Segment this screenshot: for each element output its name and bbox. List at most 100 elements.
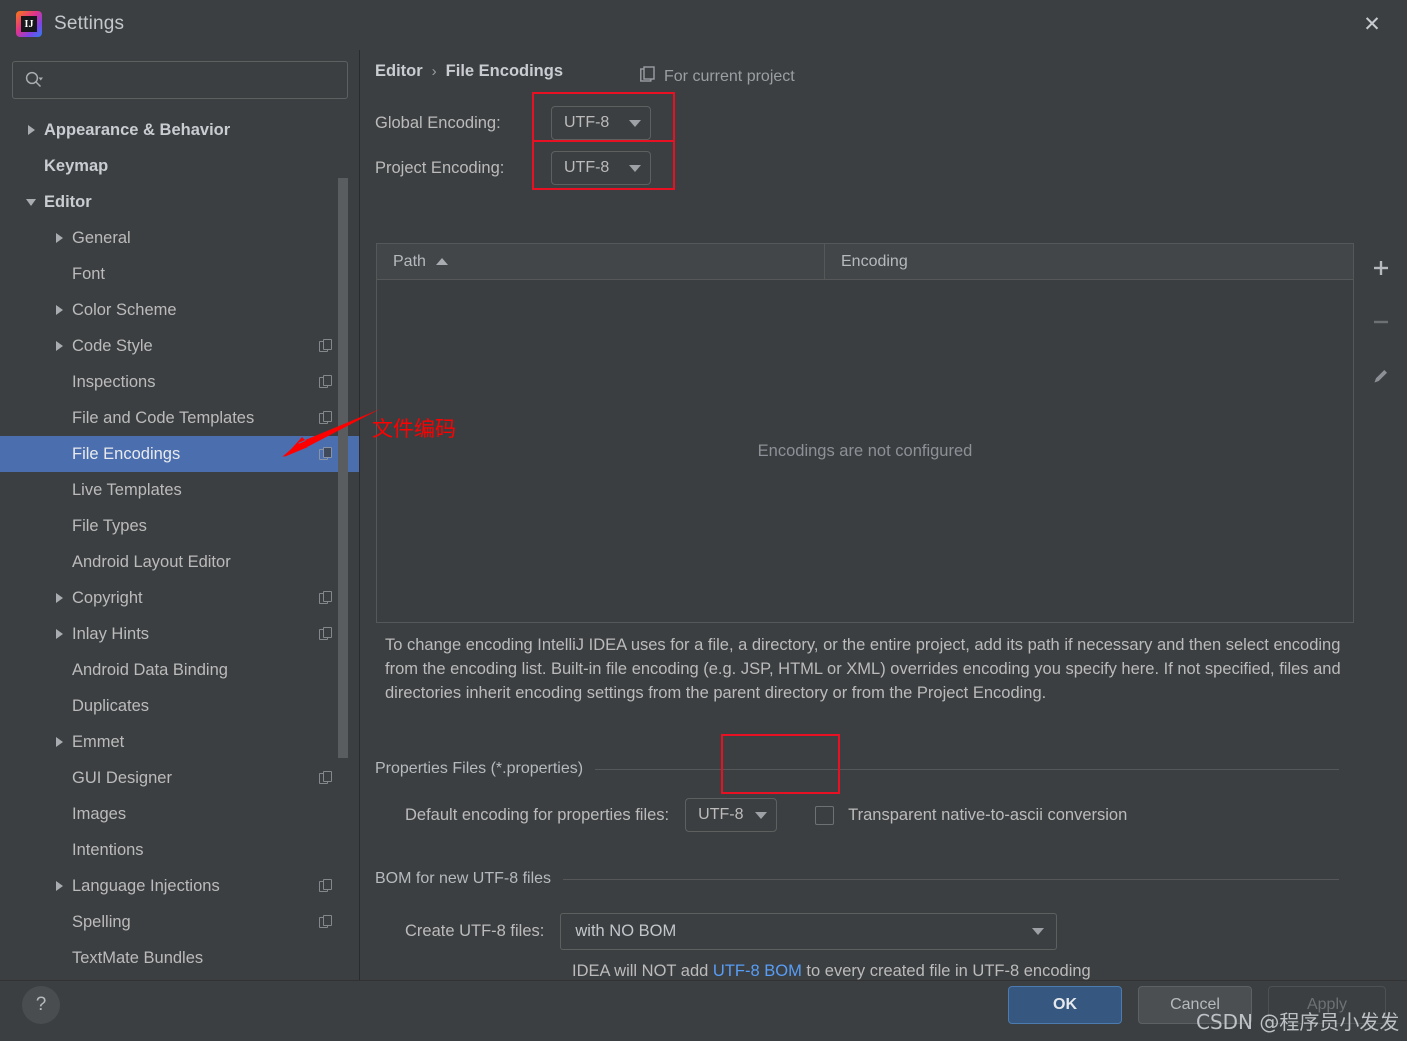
- sidebar-item-label: Color Scheme: [72, 300, 177, 319]
- title-bar: IJ Settings ✕: [0, 0, 1407, 50]
- sidebar-item-language-injections[interactable]: Language Injections: [0, 868, 360, 904]
- properties-files-group-label: Properties Files (*.properties): [375, 760, 584, 777]
- sidebar-item-color-scheme[interactable]: Color Scheme: [0, 292, 360, 328]
- cancel-button[interactable]: Cancel: [1138, 986, 1252, 1024]
- expand-arrow-icon[interactable]: [46, 305, 72, 315]
- sidebar-item-general[interactable]: General: [0, 220, 360, 256]
- project-encoding-dropdown[interactable]: UTF-8: [551, 151, 651, 185]
- sidebar-item-label: File and Code Templates: [72, 408, 255, 427]
- encodings-table: Path Encoding Encodings are not configur…: [376, 243, 1354, 623]
- sidebar-item-live-templates[interactable]: Live Templates: [0, 472, 360, 508]
- chevron-down-icon: [755, 811, 768, 819]
- sidebar-item-label: Inlay Hints: [72, 624, 150, 643]
- copy-settings-icon: [319, 627, 332, 641]
- help-button[interactable]: ?: [22, 986, 60, 1024]
- expand-arrow-icon[interactable]: [46, 233, 72, 243]
- sidebar-item-inlay-hints[interactable]: Inlay Hints: [0, 616, 360, 652]
- sidebar-item-textmate-bundles[interactable]: TextMate Bundles: [0, 940, 360, 976]
- ok-button[interactable]: OK: [1008, 986, 1122, 1024]
- utf8-bom-link[interactable]: UTF-8 BOM: [713, 962, 802, 980]
- sidebar-item-editor[interactable]: Editor: [0, 184, 360, 220]
- intellij-logo-letter: IJ: [21, 16, 37, 32]
- sidebar-item-font[interactable]: Font: [0, 256, 360, 292]
- sidebar-item-images[interactable]: Images: [0, 796, 360, 832]
- sidebar-item-label: Editor: [44, 192, 92, 211]
- expand-arrow-icon[interactable]: [18, 125, 44, 135]
- create-utf8-value: with NO BOM: [575, 922, 677, 940]
- sidebar-item-label: General: [72, 228, 131, 247]
- search-input[interactable]: [44, 71, 347, 89]
- sidebar-item-keymap[interactable]: Keymap: [0, 148, 360, 184]
- sidebar-item-appearance-behavior[interactable]: Appearance & Behavior: [0, 112, 360, 148]
- sidebar-item-gui-designer[interactable]: GUI Designer: [0, 760, 360, 796]
- properties-encoding-label: Default encoding for properties files:: [405, 805, 670, 824]
- sidebar-item-label: Android Layout Editor: [72, 552, 231, 571]
- properties-encoding-dropdown[interactable]: UTF-8: [685, 798, 778, 832]
- properties-encoding-row: Default encoding for properties files: U…: [405, 798, 1127, 832]
- sidebar-item-emmet[interactable]: Emmet: [0, 724, 360, 760]
- edit-encoding-button[interactable]: [1362, 357, 1400, 395]
- expand-arrow-icon[interactable]: [46, 341, 72, 351]
- column-header-encoding[interactable]: Encoding: [825, 244, 1353, 279]
- sidebar-item-file-encodings[interactable]: File Encodings: [0, 436, 360, 472]
- collapse-arrow-icon[interactable]: [18, 198, 44, 206]
- window-title: Settings: [54, 13, 125, 34]
- expand-arrow-icon[interactable]: [46, 593, 72, 603]
- table-toolbar: [1356, 243, 1406, 623]
- close-icon[interactable]: ✕: [1351, 6, 1393, 42]
- column-header-path-label: Path: [393, 252, 426, 270]
- sidebar-item-android-layout-editor[interactable]: Android Layout Editor: [0, 544, 360, 580]
- column-header-encoding-label: Encoding: [841, 252, 908, 270]
- sidebar-item-file-and-code-templates[interactable]: File and Code Templates: [0, 400, 360, 436]
- sidebar-item-code-style[interactable]: Code Style: [0, 328, 360, 364]
- expand-arrow-icon[interactable]: [46, 629, 72, 639]
- bom-note: IDEA will NOT add UTF-8 BOM to every cre…: [572, 962, 1091, 981]
- sort-ascending-icon: [435, 258, 448, 265]
- sidebar-item-label: Spelling: [72, 912, 131, 931]
- create-utf8-dropdown[interactable]: with NO BOM: [560, 913, 1058, 950]
- global-encoding-dropdown[interactable]: UTF-8: [551, 106, 651, 140]
- expand-arrow-icon[interactable]: [46, 737, 72, 747]
- breadcrumb: Editor › File Encodings: [375, 62, 563, 81]
- remove-encoding-button[interactable]: [1362, 303, 1400, 341]
- column-header-path[interactable]: Path: [377, 244, 825, 279]
- chevron-right-icon: [27, 125, 35, 135]
- chevron-right-icon: [55, 305, 63, 315]
- chevron-right-icon: [55, 881, 63, 891]
- bom-note-after: to every created file in UTF-8 encoding: [801, 962, 1091, 980]
- chevron-down-icon: [1032, 928, 1045, 935]
- sidebar-item-file-types[interactable]: File Types: [0, 508, 360, 544]
- copy-settings-icon: [319, 771, 332, 785]
- add-encoding-button[interactable]: [1362, 249, 1400, 287]
- breadcrumb-parent[interactable]: Editor: [375, 62, 423, 81]
- transparent-native-to-ascii-checkbox[interactable]: [815, 805, 835, 825]
- sidebar-item-inspections[interactable]: Inspections: [0, 364, 360, 400]
- copy-settings-icon: [319, 411, 332, 425]
- sidebar-scrollbar[interactable]: [338, 178, 348, 758]
- search-field[interactable]: [12, 61, 348, 99]
- project-encoding-value: UTF-8: [564, 159, 610, 176]
- sidebar-item-android-data-binding[interactable]: Android Data Binding: [0, 652, 360, 688]
- sidebar-item-copyright[interactable]: Copyright: [0, 580, 360, 616]
- sidebar-item-label: File Encodings: [72, 444, 181, 463]
- chevron-down-icon: [629, 119, 641, 127]
- sidebar-item-spelling[interactable]: Spelling: [0, 904, 360, 940]
- chevron-right-icon: [55, 593, 63, 603]
- sidebar-item-intentions[interactable]: Intentions: [0, 832, 360, 868]
- sidebar-item-label: Inspections: [72, 372, 156, 391]
- properties-files-group-header: Properties Files (*.properties): [375, 760, 1339, 778]
- breadcrumb-current: File Encodings: [445, 62, 564, 80]
- chevron-right-icon: [55, 341, 63, 351]
- expand-arrow-icon[interactable]: [46, 881, 72, 891]
- intellij-logo-icon: IJ: [16, 11, 42, 37]
- apply-button[interactable]: Apply: [1268, 986, 1386, 1024]
- project-encoding-row: Project Encoding: UTF-8: [375, 151, 651, 185]
- sidebar-item-duplicates[interactable]: Duplicates: [0, 688, 360, 724]
- sidebar-item-label: Android Data Binding: [72, 660, 228, 679]
- bom-note-before: IDEA will NOT add: [572, 962, 713, 980]
- sidebar-item-label: TextMate Bundles: [72, 948, 204, 967]
- breadcrumb-separator: ›: [431, 63, 437, 80]
- table-header: Path Encoding: [377, 244, 1353, 280]
- sidebar-item-label: Live Templates: [72, 480, 182, 499]
- sidebar-item-label: Intentions: [72, 840, 144, 859]
